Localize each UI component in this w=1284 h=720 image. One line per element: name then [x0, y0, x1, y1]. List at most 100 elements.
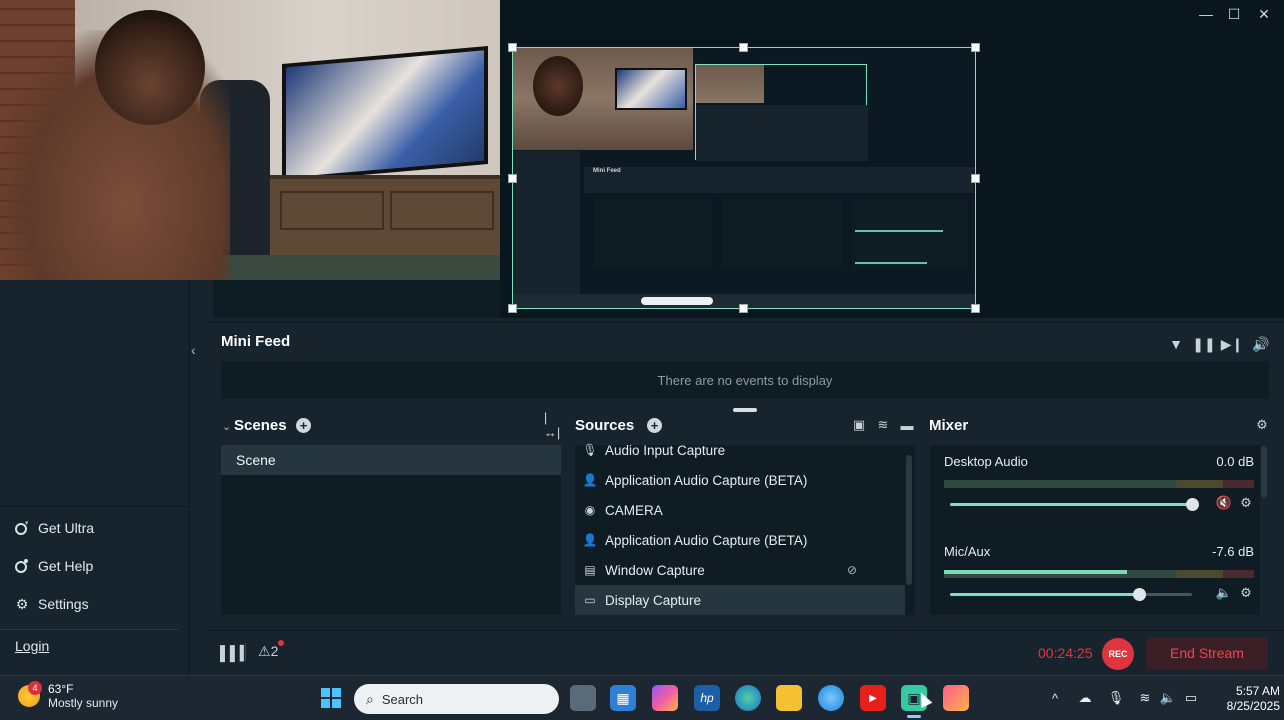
mixer-list: Desktop Audio 0.0 dB 🔇 ⚙ Mic/Aux -7.6 dB… [930, 445, 1260, 615]
windows-start-icon[interactable] [318, 685, 344, 711]
clock-date: 8/25/2025 [1226, 699, 1280, 713]
nested-mixer [851, 198, 969, 270]
sidebar-item-label: Get Ultra [38, 520, 95, 536]
stats-icon[interactable]: ▌▌▍ [220, 645, 251, 662]
preview-gap [213, 280, 500, 318]
channel-value: 0.0 dB [1216, 454, 1254, 469]
youtube-icon[interactable]: ▶ [860, 685, 886, 711]
alerts-count: 2 [270, 643, 279, 659]
microphone-icon: 🎙 [582, 443, 598, 457]
nested-preview [695, 64, 868, 161]
list-item[interactable]: ▤ Window Capture ⊘ [575, 555, 905, 585]
chevron-up-icon[interactable]: ^ [1047, 690, 1063, 706]
screen-share-icon[interactable]: ▣ [851, 417, 867, 433]
nested-webcam [513, 48, 693, 150]
clock-time: 5:57 AM [1235, 684, 1280, 698]
minimize-icon[interactable]: — [1194, 2, 1218, 26]
stream-timer: 00:24:25 [1038, 645, 1093, 661]
alerts-button[interactable]: ⚠2 [258, 640, 284, 660]
volume-icon[interactable]: 🔈 [1160, 690, 1176, 706]
speaker-icon[interactable]: 🔈 [1216, 585, 1232, 601]
hidden-eye-icon[interactable]: ⊘ [847, 563, 857, 577]
rec-button[interactable]: REC [1102, 638, 1134, 670]
gear-icon[interactable]: ⚙ [1254, 417, 1270, 433]
gear-icon[interactable]: ⚙ [1238, 495, 1254, 511]
sidebar-item-label: Get Help [38, 558, 94, 574]
sidebar-item-settings[interactable]: ⚙ Settings [14, 593, 89, 615]
gear-icon: ⚙ [15, 595, 29, 612]
list-item[interactable]: 🎙 Audio Input Capture [575, 435, 905, 465]
volume-slider[interactable] [950, 588, 1192, 601]
sidebar: Get Ultra Get Help ⚙ Settings Login [0, 280, 190, 675]
webcam-icon: ◉ [584, 503, 596, 517]
taskbar-clock[interactable]: 5:57 AM 8/25/2025 [1210, 684, 1280, 714]
mini-feed: Mini Feed ▼ ❚❚ ▶❙ 🔊 There are no events … [206, 322, 1284, 406]
nested-sources [721, 198, 843, 270]
preview-canvas[interactable]: Mini Feed [508, 43, 980, 313]
pause-icon[interactable]: ❚❚ [1192, 335, 1215, 353]
mute-icon[interactable]: 🔇 [1216, 495, 1232, 511]
help-icon [14, 558, 30, 574]
channel-name: Mic/Aux [944, 544, 991, 559]
list-item[interactable]: Scene [221, 445, 561, 475]
scenes-dock: ⌄ Scenes + |↔| Scene [206, 410, 568, 622]
sources-dock: Sources + ▣ ≋ ▬ 🎙 Audio Input Capture 👤 … [568, 412, 922, 622]
add-scene-button[interactable]: + [296, 418, 311, 433]
chevron-left-icon[interactable]: ‹ [191, 342, 196, 358]
copilot-icon[interactable] [652, 685, 678, 711]
search-placeholder: Search [381, 691, 424, 707]
sidebar-item-get-ultra[interactable]: Get Ultra [14, 517, 94, 539]
mixer-scrollbar[interactable] [1261, 446, 1267, 498]
task-view-icon[interactable] [570, 685, 596, 711]
temperature: 63°F [48, 682, 74, 696]
wifi-icon[interactable]: ≋ [1137, 690, 1153, 706]
list-item[interactable]: ▭ Display Capture [575, 585, 905, 615]
sources-scrollbar[interactable] [906, 455, 912, 585]
mini-feed-title: Mini Feed [221, 333, 291, 350]
store-icon[interactable]: ▦ [610, 685, 636, 711]
webcam-feed [0, 0, 500, 280]
browser-icon[interactable] [818, 685, 844, 711]
list-item[interactable]: 👤 Application Audio Capture (BETA) [575, 525, 905, 555]
add-source-button[interactable]: + [647, 418, 662, 433]
person-icon: 👤 [582, 473, 598, 487]
camera-app-icon[interactable] [943, 685, 969, 711]
file-explorer-icon[interactable] [776, 685, 802, 711]
microphone-icon[interactable]: 🎙 [1108, 690, 1125, 706]
sources-title: Sources [575, 417, 635, 434]
audio-wave-icon[interactable]: ≋ [875, 417, 891, 433]
speaker-icon[interactable]: 🔊 [1252, 335, 1270, 353]
end-stream-button[interactable]: End Stream [1146, 637, 1268, 669]
scenes-list: Scene [221, 445, 561, 615]
filter-icon[interactable]: ▼ [1167, 335, 1185, 353]
audio-meter [944, 570, 1254, 578]
cloud-off-icon[interactable]: ☁ [1077, 690, 1093, 706]
weather-sun-icon: 4 [18, 681, 42, 707]
nested-sidebar [513, 150, 581, 295]
streamlabs-window: — ☐ ✕ Mini Feed Get Ultra Get Help ⚙ Set… [0, 0, 1284, 720]
gear-icon[interactable]: ⚙ [1238, 585, 1254, 601]
scenes-title: Scenes [234, 417, 287, 434]
sources-list: 🎙 Audio Input Capture 👤 Application Audi… [575, 443, 915, 615]
search-icon: ⌕ [366, 690, 374, 707]
hp-icon[interactable]: hp [694, 685, 720, 711]
login-link[interactable]: Login [15, 638, 49, 654]
volume-slider[interactable] [950, 498, 1199, 511]
folder-icon[interactable]: ▬ [899, 417, 915, 433]
list-item[interactable]: ◉ CAMERA [575, 495, 905, 525]
footer-bar: ▌▌▍ ⚠2 00:24:25 REC End Stream [206, 630, 1284, 675]
weather-condition: Mostly sunny [48, 696, 119, 710]
weather-widget[interactable]: 4 63°F Mostly sunny [18, 681, 119, 710]
maximize-icon[interactable]: ☐ [1222, 2, 1246, 26]
sidebar-item-get-help[interactable]: Get Help [14, 555, 93, 577]
close-icon[interactable]: ✕ [1252, 2, 1276, 26]
transition-icon[interactable]: |↔| [544, 410, 560, 440]
window-icon: ▤ [584, 563, 596, 577]
battery-icon[interactable]: ▭ [1183, 690, 1199, 706]
taskbar-search[interactable]: ⌕ Search [354, 684, 559, 714]
chevron-down-icon[interactable]: ⌄ [222, 420, 231, 433]
list-item[interactable]: 👤 Application Audio Capture (BETA) [575, 465, 905, 495]
skip-icon[interactable]: ▶❙ [1221, 335, 1244, 353]
weather-badge: 4 [28, 681, 42, 695]
edge-icon[interactable] [735, 685, 761, 711]
